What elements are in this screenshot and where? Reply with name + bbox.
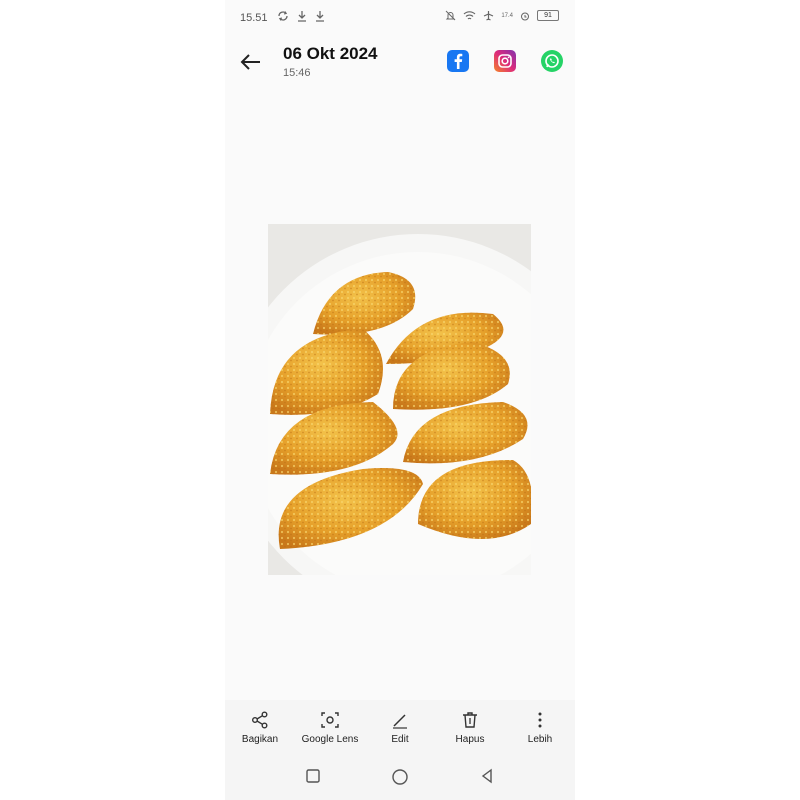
top-bar: 06 Okt 2024 15:46 xyxy=(225,34,575,94)
photo-time: 15:46 xyxy=(283,67,311,79)
nav-back-icon[interactable] xyxy=(479,768,495,784)
facebook-share-button[interactable] xyxy=(447,50,469,72)
action-bar: Bagikan Google Lens Edit Hapus Lebih xyxy=(225,700,575,758)
edit-button[interactable]: Edit xyxy=(365,710,435,745)
photo-image[interactable] xyxy=(268,224,531,575)
wifi-icon xyxy=(463,11,476,20)
network-speed: 17.4 xyxy=(501,12,513,19)
status-time: 15.51 xyxy=(240,12,268,24)
facebook-icon xyxy=(454,53,463,69)
alarm-icon xyxy=(521,12,529,20)
sync-icon xyxy=(278,11,288,21)
more-icon xyxy=(538,712,542,728)
whatsapp-icon xyxy=(545,54,559,68)
download-icon xyxy=(316,11,324,22)
navigation-bar xyxy=(225,758,575,800)
airplane-icon xyxy=(484,11,494,21)
instagram-icon xyxy=(498,54,512,68)
home-icon[interactable] xyxy=(391,768,409,786)
delete-label: Hapus xyxy=(455,734,485,745)
status-right-icons: 17.4 91 xyxy=(445,10,559,21)
share-icon xyxy=(252,711,268,729)
share-button[interactable]: Bagikan xyxy=(225,710,295,745)
share-label: Bagikan xyxy=(241,734,279,745)
trash-icon xyxy=(463,712,477,728)
more-button[interactable]: Lebih xyxy=(505,710,575,745)
download-icon xyxy=(298,11,306,22)
edit-label: Edit xyxy=(391,734,409,745)
edit-icon xyxy=(393,714,407,729)
more-label: Lebih xyxy=(527,734,553,745)
lens-icon xyxy=(321,712,339,728)
battery-indicator: 91 xyxy=(537,10,559,21)
mute-bell-icon xyxy=(445,10,456,21)
whatsapp-share-button[interactable] xyxy=(541,50,563,72)
status-left-icons xyxy=(277,10,325,22)
photo-date: 06 Okt 2024 xyxy=(283,44,378,63)
google-lens-button[interactable]: Google Lens xyxy=(295,710,365,745)
gallery-viewer: 15.51 17.4 91 06 Okt 2024 15:46 Bagikan … xyxy=(225,0,575,800)
instagram-share-button[interactable] xyxy=(494,50,516,72)
google-lens-label: Google Lens xyxy=(301,734,359,745)
status-bar: 15.51 17.4 91 xyxy=(225,0,575,34)
recents-icon[interactable] xyxy=(305,768,321,784)
fried-pastries-photo xyxy=(268,224,531,575)
delete-button[interactable]: Hapus xyxy=(435,710,505,745)
back-arrow-icon[interactable] xyxy=(239,50,263,74)
